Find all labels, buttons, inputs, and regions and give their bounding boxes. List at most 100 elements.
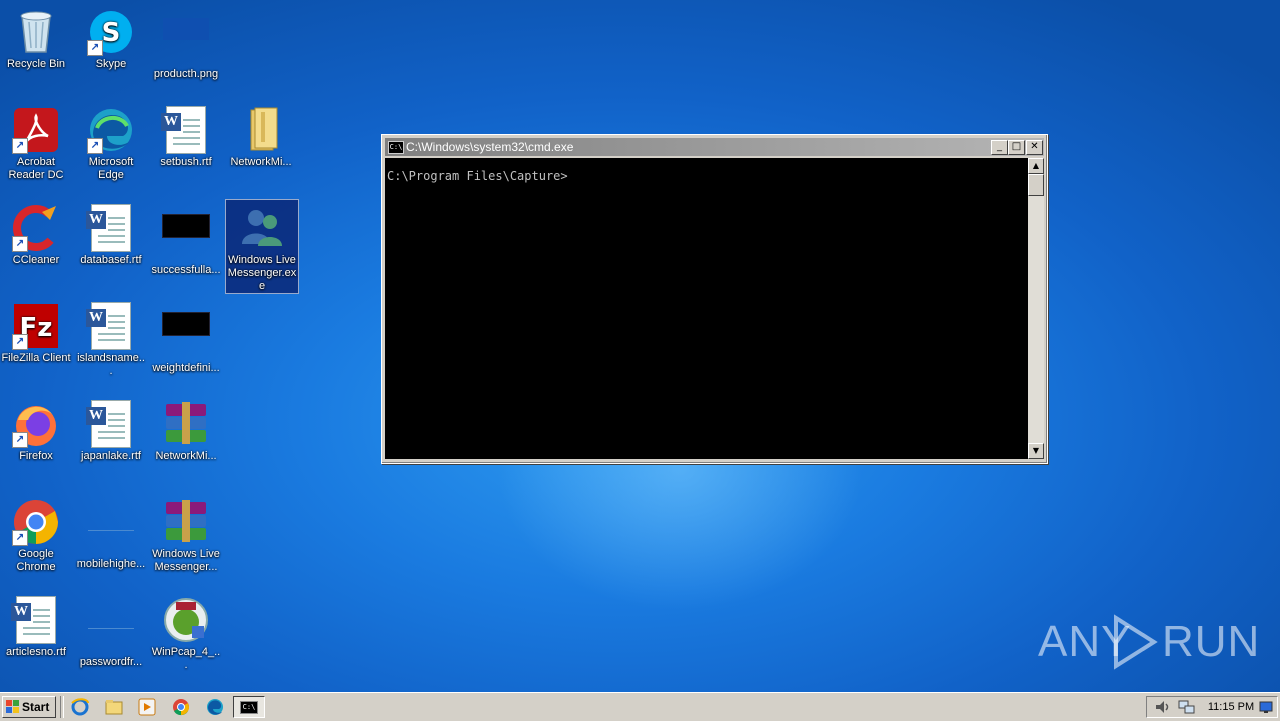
desktop-icon-databasef[interactable]: W databasef.rtf	[75, 200, 147, 267]
desktop-icon-recycle-bin[interactable]: Recycle Bin	[0, 4, 72, 71]
recycle-bin-icon	[12, 8, 60, 56]
icon-label: Recycle Bin	[6, 58, 66, 70]
cmd-taskbar-icon: C:\	[240, 701, 258, 714]
scroll-thumb[interactable]	[1028, 174, 1044, 196]
desktop-icon-successfulla[interactable]: successfulla...	[150, 200, 222, 277]
edge-taskbar-icon[interactable]	[205, 697, 225, 717]
file-icon	[162, 312, 210, 360]
clock[interactable]: 11:15 PM	[1205, 697, 1257, 717]
windows-flag-icon	[6, 700, 20, 714]
vertical-scrollbar[interactable]: ▲ ▼	[1028, 158, 1044, 459]
taskbar-separator	[60, 696, 64, 718]
file-explorer-icon[interactable]	[104, 697, 124, 717]
desktop-icon-islandsname[interactable]: W islandsname...	[75, 298, 147, 378]
desktop-icon-networkminer-archive[interactable]: NetworkMi...	[150, 396, 222, 463]
folder-icon	[237, 106, 285, 154]
cmd-titlebar[interactable]: C:\ C:\Windows\system32\cmd.exe _ □ ✕	[385, 138, 1044, 156]
desktop-icon-windows-live-messenger-archive[interactable]: Windows Live Messenger...	[150, 494, 222, 574]
filezilla-icon: Fz ↗	[12, 302, 60, 350]
close-button[interactable]: ✕	[1026, 140, 1043, 155]
firefox-icon: ↗	[12, 400, 60, 448]
watermark-right-text: RUN	[1162, 617, 1261, 666]
desktop-icon-windows-live-messenger-exe[interactable]: Windows Live Messenger.exe	[225, 199, 299, 294]
play-icon	[1114, 614, 1158, 670]
desktop-icon-mobilehighe[interactable]: mobilehighe...	[75, 494, 147, 571]
desktop-icon-microsoft-edge[interactable]: ↗ Microsoft Edge	[75, 102, 147, 182]
icon-label: databasef.rtf	[80, 254, 142, 266]
taskbar-cmd-button[interactable]: C:\	[233, 696, 265, 718]
icon-label: articlesno.rtf	[6, 646, 66, 658]
icon-label: passwordfr...	[79, 656, 143, 668]
icon-label: Skype	[95, 58, 127, 70]
start-button[interactable]: Start	[2, 696, 56, 718]
icon-label: mobilehighe...	[76, 558, 146, 570]
system-tray: 11:15 PM	[1146, 696, 1278, 718]
skype-icon: S ↗	[87, 8, 135, 56]
desktop-icon-filezilla[interactable]: Fz ↗ FileZilla Client	[0, 298, 72, 365]
scroll-down-button[interactable]: ▼	[1028, 443, 1044, 459]
word-document-icon: W	[86, 302, 135, 350]
icon-label: setbush.rtf	[160, 156, 212, 168]
icon-label: NetworkMi...	[155, 450, 217, 462]
show-desktop-icon[interactable]	[1259, 699, 1273, 713]
desktop-icon-google-chrome[interactable]: ↗ Google Chrome	[0, 494, 72, 574]
console-output[interactable]: C:\Program Files\Capture>	[385, 158, 1028, 459]
icon-label: islandsname...	[77, 352, 145, 377]
chrome-taskbar-icon[interactable]	[171, 697, 191, 717]
shortcut-arrow-icon: ↗	[12, 138, 28, 154]
desktop-icon-japanlake[interactable]: W japanlake.rtf	[75, 396, 147, 463]
icon-label: Firefox	[19, 450, 53, 462]
icon-label: Windows Live Messenger...	[152, 548, 220, 573]
icon-label: Windows Live Messenger.exe	[227, 254, 297, 292]
desktop-icon-producth[interactable]: producth.png	[150, 4, 222, 81]
winpcap-installer-icon	[162, 596, 210, 644]
word-document-icon: W	[86, 204, 135, 252]
ccleaner-icon: ↗	[12, 204, 60, 252]
icon-label: weightdefini...	[152, 362, 220, 374]
desktop-icon-articlesno[interactable]: W articlesno.rtf	[0, 592, 72, 659]
network-icon[interactable]	[1177, 697, 1197, 717]
start-label: Start	[22, 700, 50, 714]
icon-label: producth.png	[153, 68, 219, 80]
taskbar: Start C:\ 11:15 PM	[0, 692, 1280, 721]
internet-explorer-icon[interactable]	[70, 697, 90, 717]
desktop-icon-weightdefini[interactable]: weightdefini...	[150, 298, 222, 375]
desktop: Recycle Bin ↗ Acrobat Reader DC ↗ CClean…	[0, 0, 1280, 692]
desktop-icon-skype[interactable]: S ↗ Skype	[75, 4, 147, 71]
desktop-icon-setbush[interactable]: W setbush.rtf	[150, 102, 222, 169]
cmd-window[interactable]: C:\ C:\Windows\system32\cmd.exe _ □ ✕ C:…	[381, 134, 1048, 464]
word-document-icon: W	[86, 400, 135, 448]
media-player-icon[interactable]	[137, 697, 157, 717]
icon-label: Google Chrome	[16, 548, 56, 573]
icon-label: WinPcap_4_...	[151, 646, 221, 671]
cmd-app-icon: C:\	[388, 141, 404, 154]
icon-label: CCleaner	[12, 254, 60, 266]
messenger-users-icon	[238, 204, 286, 252]
winrar-archive-icon	[162, 400, 210, 448]
shortcut-arrow-icon: ↗	[12, 334, 28, 350]
command-prompt: C:\Program Files\Capture>	[387, 169, 568, 183]
minimize-button[interactable]: _	[991, 140, 1008, 155]
desktop-icon-networkminer-folder[interactable]: NetworkMi...	[225, 102, 297, 169]
desktop-icon-passwordfr[interactable]: passwordfr...	[75, 592, 147, 669]
acrobat-icon: ↗	[12, 106, 60, 154]
volume-icon[interactable]	[1153, 697, 1173, 717]
desktop-icon-acrobat-reader[interactable]: ↗ Acrobat Reader DC	[0, 102, 72, 182]
shortcut-arrow-icon: ↗	[12, 236, 28, 252]
maximize-button[interactable]: □	[1008, 140, 1025, 155]
icon-label: Acrobat Reader DC	[8, 156, 64, 181]
file-icon	[162, 214, 210, 262]
shortcut-arrow-icon: ↗	[87, 138, 103, 154]
icon-label: Microsoft Edge	[88, 156, 134, 181]
icon-label: NetworkMi...	[230, 156, 292, 168]
file-icon	[87, 508, 135, 556]
word-document-icon: W	[11, 596, 60, 644]
cmd-window-title: C:\Windows\system32\cmd.exe	[406, 140, 574, 154]
anyrun-watermark: ANY RUN	[1038, 612, 1259, 672]
desktop-icon-ccleaner[interactable]: ↗ CCleaner	[0, 200, 72, 267]
word-document-icon: W	[161, 106, 210, 154]
desktop-icon-firefox[interactable]: ↗ Firefox	[0, 396, 72, 463]
desktop-icon-winpcap[interactable]: WinPcap_4_...	[150, 592, 222, 672]
scroll-up-button[interactable]: ▲	[1028, 158, 1044, 174]
shortcut-arrow-icon: ↗	[12, 530, 28, 546]
